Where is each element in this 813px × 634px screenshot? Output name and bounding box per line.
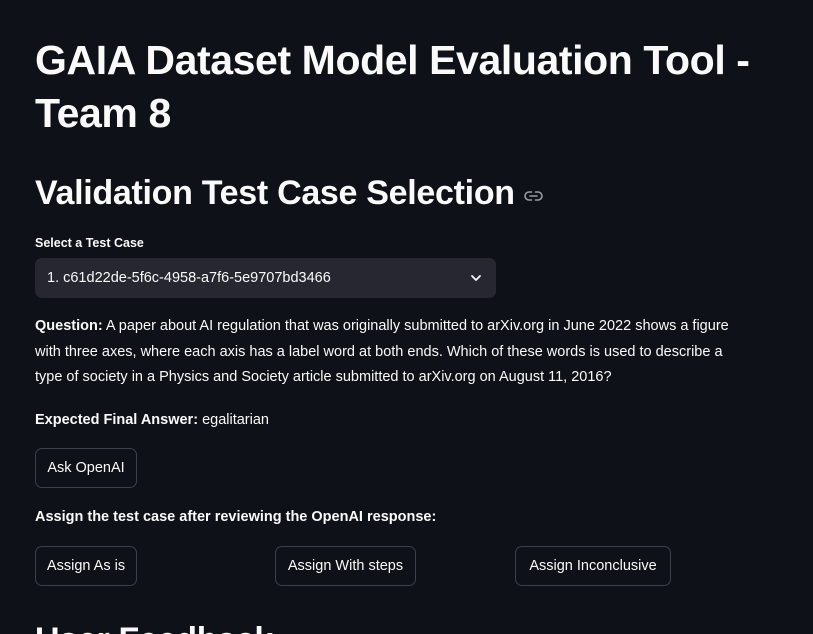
assign-prompt: Assign the test case after reviewing the… <box>35 509 437 525</box>
question-body: A paper about AI regulation that was ori… <box>35 318 729 385</box>
app-page: GAIA Dataset Model Evaluation Tool - Tea… <box>0 0 813 634</box>
chevron-down-icon[interactable] <box>470 272 482 284</box>
assign-inconclusive-button[interactable]: Assign Inconclusive <box>515 546 671 586</box>
expected-answer: Expected Final Answer: egalitarian <box>35 408 269 432</box>
section-heading: Validation Test Case Selection <box>35 170 543 216</box>
test-case-select-label: Select a Test Case <box>35 236 144 250</box>
link-icon[interactable] <box>523 190 543 202</box>
test-case-select[interactable]: 1. c61d22de-5f6c-4958-a7f6-5e9707bd3466 <box>35 258 496 298</box>
user-feedback-heading: User Feedback <box>35 617 273 634</box>
test-case-select-value: 1. c61d22de-5f6c-4958-a7f6-5e9707bd3466 <box>47 270 331 286</box>
assign-as-is-button[interactable]: Assign As is <box>35 546 137 586</box>
expected-answer-value: egalitarian <box>202 412 269 428</box>
expected-answer-label: Expected Final Answer: <box>35 412 199 428</box>
assign-with-steps-button[interactable]: Assign With steps <box>275 546 416 586</box>
ask-openai-button[interactable]: Ask OpenAI <box>35 448 137 488</box>
section-heading-text: Validation Test Case Selection <box>35 174 515 212</box>
question-text: Question: A paper about AI regulation th… <box>35 314 735 391</box>
question-label: Question: <box>35 318 103 334</box>
page-title: GAIA Dataset Model Evaluation Tool - Tea… <box>35 37 750 136</box>
